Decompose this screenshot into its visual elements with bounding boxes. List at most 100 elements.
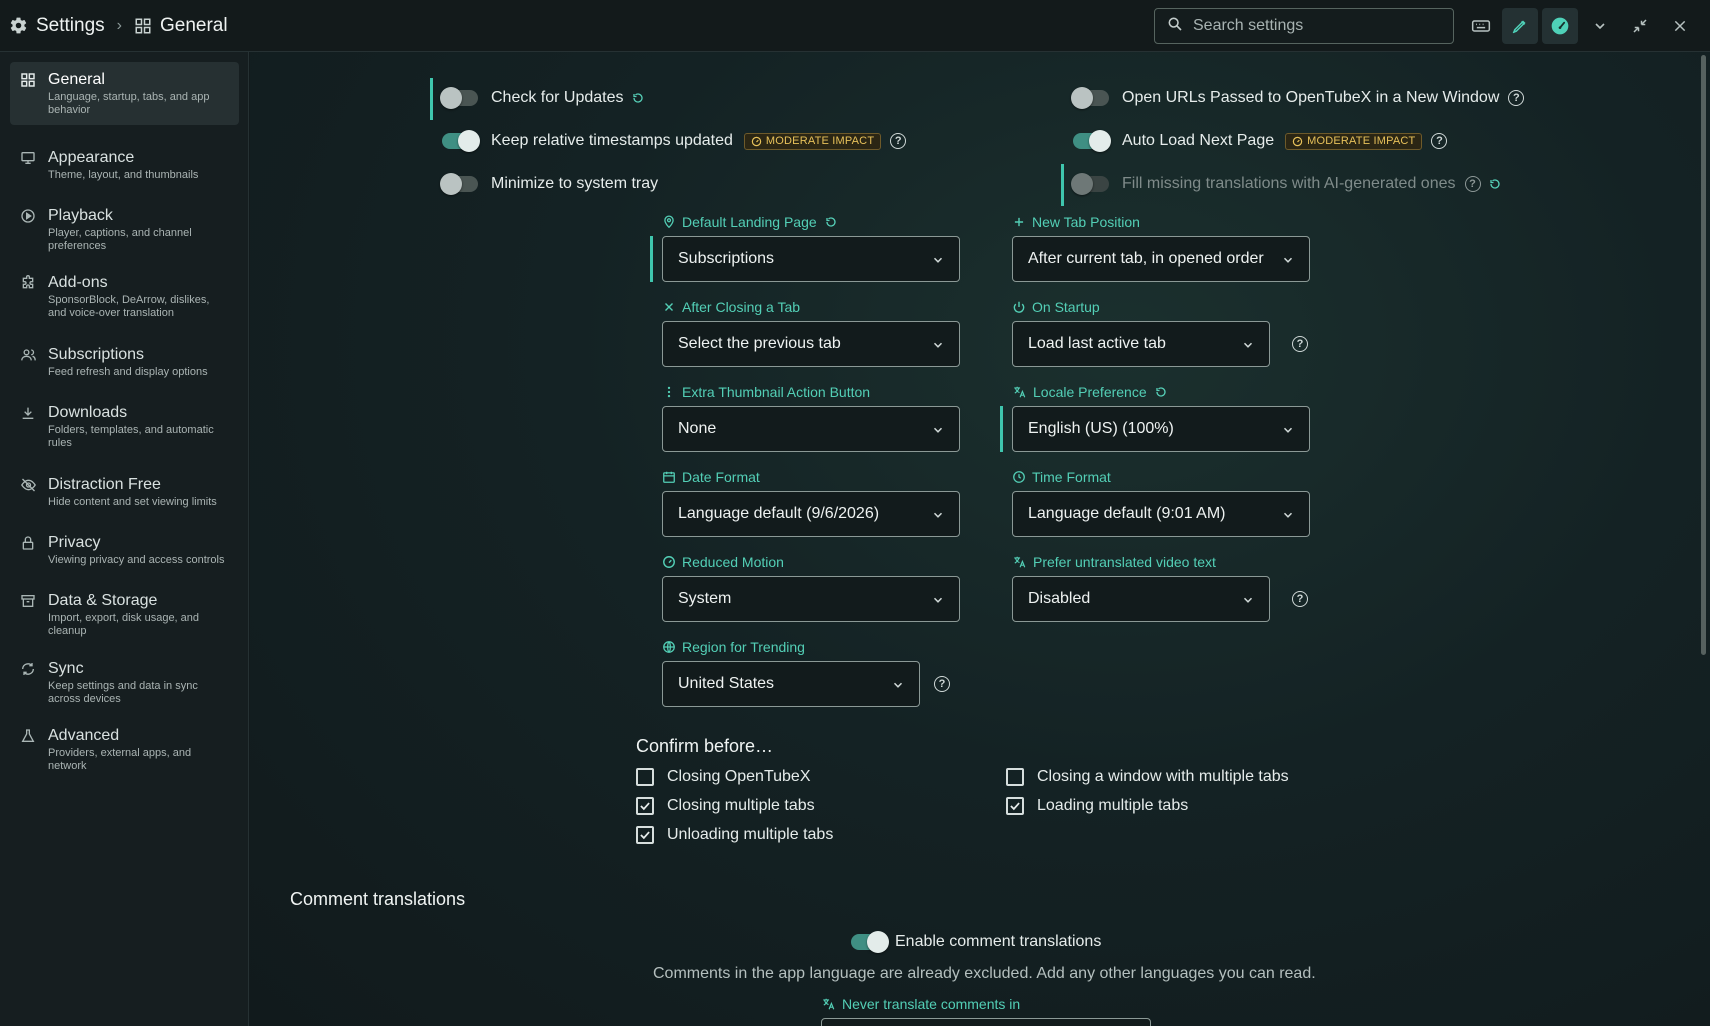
sidebar-item-sync[interactable]: Sync Keep settings and data in sync acro… [10, 651, 239, 714]
reduced-motion-select[interactable]: System [662, 576, 960, 622]
confirm-loading-tabs[interactable]: Loading multiple tabs [1006, 797, 1188, 815]
performance-button[interactable] [1542, 8, 1578, 44]
sidebar-item-label: Subscriptions [48, 346, 145, 363]
extra-thumb-select[interactable]: None [662, 406, 960, 452]
flask-icon [20, 728, 36, 749]
chevron-down-icon [1283, 427, 1293, 433]
reset-icon[interactable] [1155, 386, 1173, 398]
default-landing-select[interactable]: Subscriptions [662, 236, 960, 282]
never-translate-label: Never translate comments in [821, 996, 1020, 1012]
sidebar-item-label: Privacy [48, 534, 101, 551]
help-icon[interactable]: ? [934, 676, 950, 692]
checkbox[interactable] [636, 826, 654, 844]
chevron-down-icon [933, 597, 943, 603]
close-button[interactable] [1662, 8, 1698, 44]
scrollbar[interactable] [1701, 55, 1706, 655]
region-select[interactable]: United States [662, 661, 920, 707]
sidebar-item-label: Add-ons [48, 274, 108, 291]
keep-timestamps-toggle[interactable] [442, 130, 480, 152]
settings-content [250, 52, 1710, 1026]
sidebar-item-downloads[interactable]: Downloads Folders, templates, and automa… [10, 395, 239, 458]
checkbox[interactable] [1006, 797, 1024, 815]
sidebar-item-desc: Viewing privacy and access controls [48, 554, 225, 566]
sidebar-item-addons[interactable]: Add-ons SponsorBlock, DeArrow, dislikes,… [10, 265, 239, 328]
confirm-unloading-tabs[interactable]: Unloading multiple tabs [636, 826, 833, 844]
search-icon [1167, 16, 1183, 37]
confirm-before-title: Confirm before… [636, 736, 774, 756]
sidebar-item-subscriptions[interactable]: Subscriptions Feed refresh and display o… [10, 337, 239, 387]
date-format-select[interactable]: Language default (9/6/2026) [662, 491, 960, 537]
reset-icon[interactable] [825, 216, 843, 228]
help-icon[interactable]: ? [1292, 336, 1308, 352]
time-format-select[interactable]: Language default (9:01 AM) [1012, 491, 1310, 537]
time-format-label: Time Format [1012, 469, 1111, 485]
auto-load-toggle[interactable] [1073, 130, 1111, 152]
translate-icon [823, 998, 835, 1010]
grid-icon [134, 17, 152, 35]
keyboard-shortcuts-button[interactable] [1463, 8, 1499, 44]
checkbox[interactable] [636, 768, 654, 786]
sidebar-item-appearance[interactable]: Appearance Theme, layout, and thumbnails [10, 140, 239, 190]
sidebar-item-privacy[interactable]: Privacy Viewing privacy and access contr… [10, 525, 239, 575]
eye-off-icon [20, 477, 37, 498]
sidebar-item-desc: SponsorBlock, DeArrow, dislikes, and voi… [48, 294, 210, 319]
search-box[interactable] [1154, 8, 1454, 44]
chevron-down-icon [1283, 512, 1293, 518]
help-icon[interactable]: ? [890, 133, 907, 149]
confirm-closing-tabs[interactable]: Closing multiple tabs [636, 797, 815, 815]
sidebar-item-playback[interactable]: Playback Player, captions, and channel p… [10, 198, 239, 261]
enable-comments-toggle[interactable] [851, 931, 889, 953]
reset-icon[interactable] [632, 92, 644, 104]
extra-thumb-label: Extra Thumbnail Action Button [662, 384, 870, 400]
dropdown-button[interactable] [1582, 8, 1618, 44]
locale-select[interactable]: English (US) (100%) [1012, 406, 1310, 452]
sidebar-item-data-storage[interactable]: Data & Storage Import, export, disk usag… [10, 583, 239, 646]
new-tab-position-select[interactable]: After current tab, in opened order [1012, 236, 1310, 282]
fill-translations-label: Fill missing translations with AI-genera… [1122, 175, 1456, 192]
shrink-icon [1633, 19, 1647, 33]
collapse-window-button[interactable] [1622, 8, 1658, 44]
confirm-closing-window[interactable]: Closing a window with multiple tabs [1006, 768, 1289, 786]
help-icon[interactable]: ? [1431, 133, 1448, 149]
translate-icon [1014, 556, 1026, 568]
on-startup-select[interactable]: Load last active tab [1012, 321, 1270, 367]
minimize-tray-row: Minimize to system tray [440, 170, 658, 198]
more-vertical-icon [667, 386, 671, 398]
open-urls-toggle[interactable] [1071, 87, 1109, 109]
minimize-tray-toggle[interactable] [440, 173, 478, 195]
checkbox[interactable] [1006, 768, 1024, 786]
untranslated-select[interactable]: Disabled [1012, 576, 1270, 622]
translate-icon [1014, 386, 1026, 398]
close-icon [665, 303, 673, 311]
sidebar-item-general[interactable]: General Language, startup, tabs, and app… [10, 62, 239, 125]
help-icon[interactable]: ? [1464, 176, 1481, 192]
chevron-down-icon [933, 427, 943, 433]
sidebar-item-advanced[interactable]: Advanced Providers, external apps, and n… [10, 718, 239, 781]
enable-comments-label: Enable comment translations [895, 933, 1102, 950]
check-updates-label: Check for Updates [491, 89, 624, 106]
puzzle-icon [20, 275, 36, 296]
help-icon[interactable]: ? [1508, 90, 1525, 106]
sidebar-item-desc: Keep settings and data in sync across de… [48, 680, 198, 705]
after-closing-select[interactable]: Select the previous tab [662, 321, 960, 367]
settings-title[interactable]: Settings [36, 15, 105, 37]
sidebar-item-distraction-free[interactable]: Distraction Free Hide content and set vi… [10, 467, 239, 517]
help-icon[interactable]: ? [1292, 591, 1308, 607]
confirm-closing-app[interactable]: Closing OpenTubeX [636, 768, 811, 786]
fill-translations-toggle[interactable] [1071, 173, 1109, 195]
never-translate-select[interactable] [821, 1018, 1151, 1026]
chevron-down-icon [933, 342, 943, 348]
reset-icon[interactable] [1489, 178, 1501, 190]
edit-mode-button[interactable] [1502, 8, 1538, 44]
checkbox[interactable] [636, 797, 654, 815]
lock-icon [20, 535, 36, 556]
open-urls-label: Open URLs Passed to OpenTubeX in a New W… [1122, 89, 1500, 106]
sidebar-item-label: Playback [48, 207, 113, 224]
grid-icon [20, 72, 36, 93]
sidebar-item-desc: Hide content and set viewing limits [48, 496, 217, 508]
sidebar-item-desc: Providers, external apps, and network [48, 747, 192, 772]
search-input[interactable] [1193, 17, 1443, 35]
check-updates-toggle[interactable] [440, 87, 478, 109]
locale-label: Locale Preference [1012, 384, 1173, 400]
clock-icon [1013, 471, 1025, 483]
